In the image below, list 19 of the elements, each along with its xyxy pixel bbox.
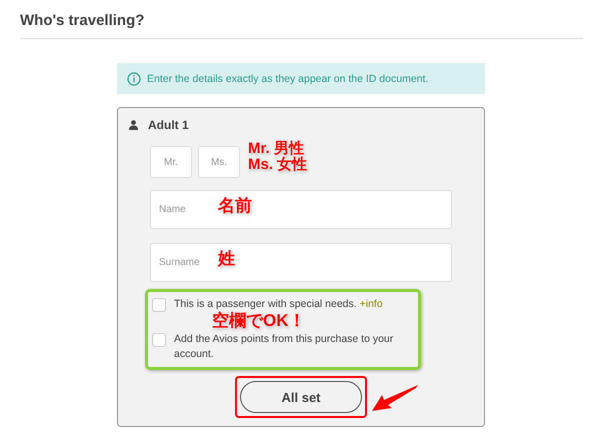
checkbox[interactable]	[152, 332, 166, 347]
person-icon	[129, 120, 138, 130]
passenger-label: Adult 1	[148, 118, 189, 132]
submit-button[interactable]: All set	[240, 381, 362, 414]
info-icon	[127, 72, 141, 86]
annotation-text: 姓	[218, 250, 235, 268]
info-link[interactable]: +info	[360, 298, 383, 310]
annotation-text: Ms. 女性	[248, 157, 308, 173]
title-button[interactable]: Mr.	[150, 146, 192, 178]
annotation-arrow	[372, 385, 420, 414]
checkbox-label: Add the Avios points from this purchase to your account.	[174, 332, 394, 362]
section-heading: Who's travelling?	[20, 12, 583, 39]
annotation-text: Mr. 男性	[248, 141, 304, 157]
title-button[interactable]: Ms.	[198, 146, 240, 178]
checkbox-label: This is a passenger with special needs. +info	[174, 297, 383, 311]
annotation-text: 名前	[218, 197, 252, 215]
annotation-text: 空欄でOK！	[212, 312, 306, 330]
info-text: Enter the details exactly as they appear on the ID document.	[147, 72, 428, 84]
checkbox[interactable]	[152, 298, 166, 312]
